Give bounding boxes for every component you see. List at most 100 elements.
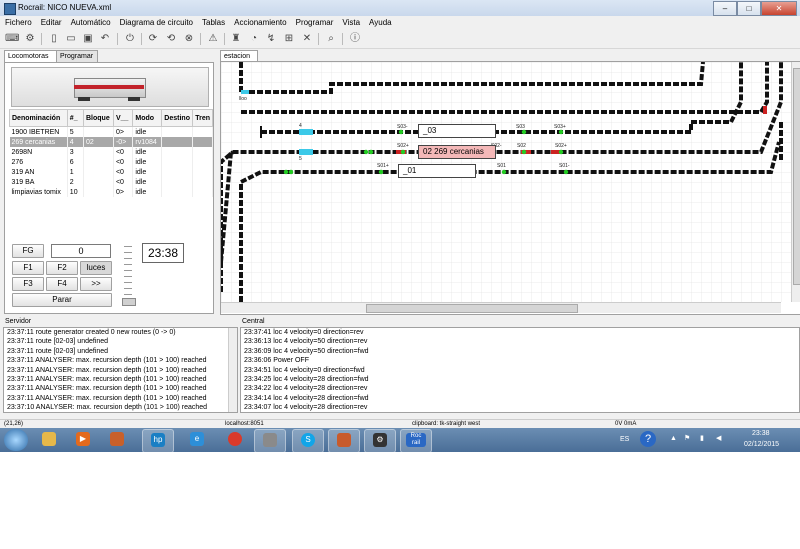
chrome-icon <box>228 432 242 446</box>
table-row-selected[interactable]: 269 cercanias 4 02 -0> rv1084 <box>9 137 213 147</box>
menu-vista[interactable]: Vista <box>337 16 364 27</box>
shuffle-icon[interactable]: ✕ <box>300 32 314 46</box>
block-03[interactable]: _03 <box>418 124 496 138</box>
tab-programar[interactable]: Programar <box>56 50 98 62</box>
sensor-s02b[interactable] <box>521 149 527 155</box>
tray-arrow-icon[interactable]: ▲ <box>670 435 677 442</box>
fg-button[interactable]: FG <box>12 244 44 258</box>
throttle-icon[interactable]: ◔ <box>247 32 261 46</box>
new-file-icon[interactable]: ▯ <box>47 32 61 46</box>
col-number[interactable]: #_ <box>66 109 85 127</box>
undo-icon[interactable]: ↶ <box>98 32 112 46</box>
luces-button[interactable]: luces <box>80 261 112 275</box>
info-icon[interactable]: ⓘ <box>348 32 362 46</box>
media-taskbar-button[interactable]: ▶ <box>68 429 98 451</box>
tab-locomotoras[interactable]: Locomotoras <box>4 50 60 62</box>
ie-taskbar-button[interactable]: e <box>182 429 212 451</box>
open-file-icon[interactable]: ▭ <box>64 32 78 46</box>
col-velocidad[interactable]: V__ <box>112 109 134 127</box>
train-icon[interactable]: ♜ <box>229 32 243 46</box>
cell-speed: <0 <box>113 167 134 177</box>
scroll-thumb[interactable] <box>366 304 578 313</box>
block-02[interactable]: 02 269 cercanias <box>418 145 496 159</box>
start-button[interactable] <box>4 429 28 451</box>
warning-icon[interactable]: ⚠ <box>206 32 220 46</box>
sensor-s02a[interactable] <box>400 149 406 155</box>
mcafee-taskbar-button[interactable] <box>328 429 360 453</box>
switch-icon[interactable]: ⊞ <box>282 32 296 46</box>
col-tren[interactable]: Tren <box>192 109 213 127</box>
menu-automatico[interactable]: Automático <box>66 16 115 27</box>
table-row[interactable]: 319 AN 1 <0 idle <box>9 167 213 177</box>
auto-off-icon[interactable]: ⟲ <box>164 32 178 46</box>
connect-icon[interactable]: ⌨ <box>5 32 19 46</box>
table-row[interactable]: 1900 IBETREN 5 0> idle <box>9 126 213 137</box>
flag-icon[interactable]: ⚑ <box>684 434 690 442</box>
table-row[interactable]: 319 BA 2 <0 idle <box>9 177 213 187</box>
wmp-taskbar-button[interactable] <box>102 429 132 451</box>
maximize-button[interactable]: □ <box>737 1 761 16</box>
col-bloque[interactable]: Bloque <box>83 109 114 127</box>
minimize-button[interactable]: – <box>713 1 737 16</box>
photos-taskbar-button[interactable] <box>254 429 286 453</box>
route-icon[interactable]: ↯ <box>264 32 278 46</box>
close-button[interactable]: ✕ <box>761 1 797 16</box>
table-row[interactable]: limpiavias tomix 10 0> idle <box>9 187 213 197</box>
menu-ayuda[interactable]: Ayuda <box>364 16 396 27</box>
col-destino[interactable]: Destino <box>161 109 194 127</box>
settings-taskbar-button[interactable]: ⚙ <box>364 429 396 453</box>
sensor-s03b[interactable] <box>521 129 527 135</box>
stop-all-icon[interactable]: ⊗ <box>182 32 196 46</box>
sensor-s01c[interactable] <box>563 169 569 175</box>
auto-on-icon[interactable]: ⟳ <box>146 32 160 46</box>
chrome-taskbar-button[interactable] <box>220 429 250 451</box>
search-icon[interactable]: ⌕ <box>324 32 338 46</box>
save-icon[interactable]: ▣ <box>81 32 95 46</box>
scroll-thumb[interactable] <box>793 68 800 285</box>
menu-programar[interactable]: Programar <box>291 16 338 27</box>
label-4: 4 <box>299 123 302 129</box>
language-indicator[interactable]: ES <box>620 436 629 443</box>
table-row[interactable]: 2698N 3 <0 idle <box>9 147 213 157</box>
menu-accionamiento[interactable]: Accionamiento <box>229 16 290 27</box>
sensor-s01a[interactable] <box>378 169 384 175</box>
block-01[interactable]: _01 <box>398 164 476 178</box>
menu-fichero[interactable]: Fichero <box>0 16 36 27</box>
sensor-s03c[interactable] <box>558 129 564 135</box>
plan-vertical-scrollbar[interactable] <box>791 62 800 302</box>
f1-button[interactable]: F1 <box>12 261 44 275</box>
sensor-s03a[interactable] <box>398 129 404 135</box>
menu-editar[interactable]: Editar <box>36 16 66 27</box>
stop-button[interactable]: Parar <box>12 293 112 307</box>
plan-horizontal-scrollbar[interactable] <box>221 302 781 313</box>
sensor-s02c[interactable] <box>558 149 564 155</box>
f2-button[interactable]: F2 <box>46 261 78 275</box>
signal-02-left[interactable] <box>368 149 374 155</box>
sensor-s01b[interactable] <box>501 169 507 175</box>
gear-icon[interactable]: ⚙ <box>23 32 37 46</box>
signal-01-left[interactable] <box>283 169 289 175</box>
next-functions-button[interactable]: >> <box>80 277 112 291</box>
rocrail-taskbar-button[interactable]: Roc rail <box>400 429 432 453</box>
power-icon[interactable]: ⏻ <box>123 32 137 46</box>
help-icon[interactable]: ? <box>640 431 656 447</box>
table-row[interactable]: 276 6 <0 idle <box>9 157 213 167</box>
menu-tablas[interactable]: Tablas <box>197 16 229 27</box>
hp-taskbar-button[interactable]: hp <box>142 429 174 453</box>
log-scrollbar[interactable] <box>228 328 237 412</box>
signal-01-left[interactable] <box>288 169 294 175</box>
speed-slider[interactable] <box>122 246 136 306</box>
f3-button[interactable]: F3 <box>12 277 44 291</box>
slider-thumb[interactable] <box>122 298 136 306</box>
volume-icon[interactable]: ◀ <box>716 434 721 442</box>
clock-time[interactable]: 23:38 <box>752 430 770 437</box>
f4-button[interactable]: F4 <box>46 277 78 291</box>
clock-date[interactable]: 02/12/2015 <box>744 441 779 448</box>
explorer-taskbar-button[interactable] <box>34 429 64 451</box>
col-denominacion[interactable]: Denominación <box>9 109 68 127</box>
signal-02-left[interactable] <box>363 149 369 155</box>
network-icon[interactable]: ▮ <box>700 434 704 442</box>
menu-diagrama[interactable]: Diagrama de circuito <box>115 16 197 27</box>
col-modo[interactable]: Modo <box>132 109 163 127</box>
skype-taskbar-button[interactable]: S <box>292 429 324 453</box>
